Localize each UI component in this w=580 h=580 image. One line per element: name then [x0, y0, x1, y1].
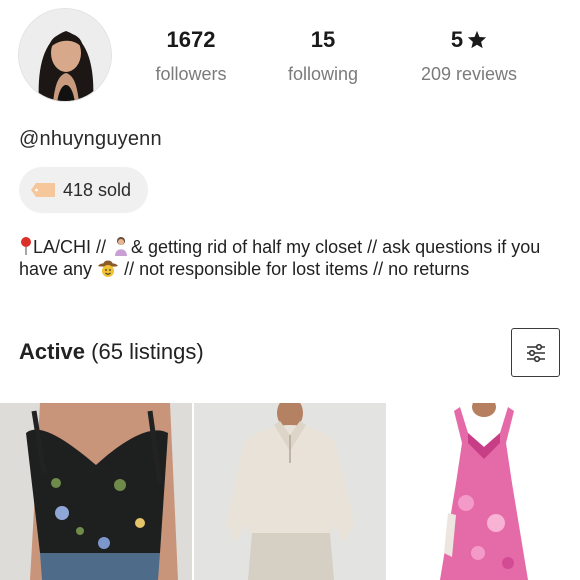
reviews-stat[interactable]: 5 209 reviews: [398, 26, 540, 85]
following-count: 15: [310, 27, 336, 52]
listing-photo-pullover: [194, 403, 386, 580]
listing-card[interactable]: [388, 403, 580, 580]
sold-badge: 418 sold: [19, 167, 148, 213]
person-icon: [115, 237, 128, 256]
listing-card[interactable]: [0, 403, 192, 580]
bio-text-1: LA/CHI //: [33, 237, 112, 257]
following-stat[interactable]: 15 following: [266, 26, 380, 85]
followers-label: followers: [155, 64, 227, 84]
avatar[interactable]: [18, 8, 112, 102]
listings-count: (65 listings): [85, 339, 204, 364]
following-label: following: [287, 64, 359, 84]
bio-text-3: // not responsible for lost items // no …: [119, 259, 470, 279]
followers-stat[interactable]: 1672 followers: [132, 26, 250, 85]
listing-photo-maxi-dress: [388, 403, 580, 580]
price-tag-icon: [31, 183, 55, 197]
username: @nhuynguyenn: [19, 128, 162, 150]
listings-heading: Active (65 listings): [19, 339, 204, 365]
sold-count: 418 sold: [63, 179, 132, 200]
sliders-icon: [526, 343, 545, 362]
listing-card[interactable]: [194, 403, 386, 580]
filter-button[interactable]: [511, 328, 560, 377]
listing-photo-corset-top: [0, 403, 192, 580]
bio: LA/CHI // & getting rid of half my close…: [19, 236, 567, 280]
listings-heading-bold: Active: [19, 339, 86, 364]
rating-value: 5: [450, 27, 464, 52]
cowboy-face-icon: [98, 260, 119, 277]
star-icon: [468, 30, 487, 49]
reviews-label: 209 reviews: [420, 64, 518, 84]
followers-count: 1672: [166, 27, 216, 52]
round-pushpin-icon: [21, 237, 31, 255]
profile-photo: [19, 9, 111, 101]
